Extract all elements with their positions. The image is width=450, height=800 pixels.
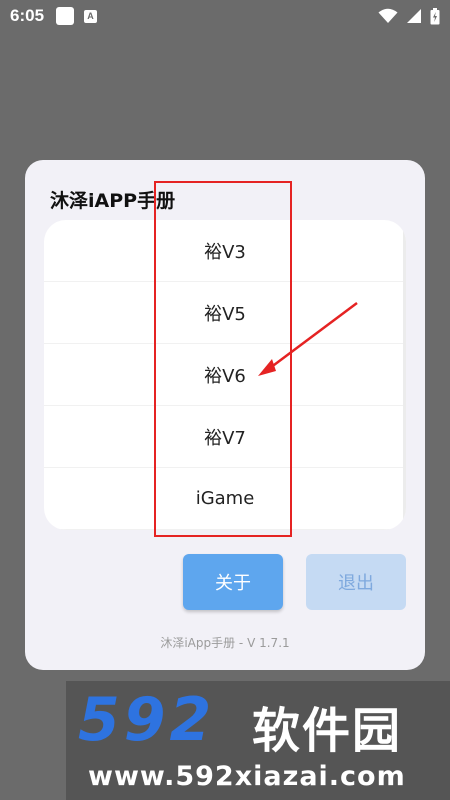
list-item-label: 裕V3	[204, 241, 246, 263]
list-item-yu-v7[interactable]: 裕V7	[44, 406, 406, 468]
status-time: 6:05	[10, 6, 45, 25]
a-notification-icon: A	[84, 9, 98, 23]
watermark-brand: 软件园	[252, 703, 403, 759]
version-footer: 沐泽iApp手册 - V 1.7.1	[160, 636, 290, 650]
list-item-label: 裕V5	[204, 303, 246, 325]
battery-charging-icon	[430, 7, 440, 24]
status-icons	[378, 7, 440, 25]
list-item-label: 裕V6	[204, 365, 246, 387]
list-item-yu-v5[interactable]: 裕V5	[44, 282, 406, 344]
list-item-igame[interactable]: iGame	[44, 468, 406, 530]
watermark-banner: 592 软件园 www.592xiazai.com	[66, 681, 450, 800]
watermark-number: 592	[78, 685, 216, 755]
watermark-url: www.592xiazai.com	[88, 761, 406, 792]
status-bar: 6:05 A	[0, 0, 450, 32]
list-item-yu-v6[interactable]: 裕V6	[44, 344, 406, 406]
manual-dialog: 沐泽iAPP手册 裕V3 裕V5 裕V6 裕V7 iGame 关于 退出 沐泽i…	[25, 160, 425, 670]
signal-icon	[407, 9, 421, 23]
wifi-icon	[378, 8, 398, 23]
list-scrollbar[interactable]	[403, 220, 406, 530]
dialog-title: 沐泽iAPP手册	[50, 190, 176, 212]
list-item-yu-v3[interactable]: 裕V3	[44, 220, 406, 282]
exit-button[interactable]: 退出	[306, 554, 406, 610]
square-notification-icon	[56, 7, 75, 25]
list-item-label: 裕V7	[204, 427, 246, 449]
about-button[interactable]: 关于	[183, 554, 283, 610]
list-item-label: iGame	[195, 488, 255, 509]
version-list[interactable]: 裕V3 裕V5 裕V6 裕V7 iGame	[44, 220, 406, 530]
